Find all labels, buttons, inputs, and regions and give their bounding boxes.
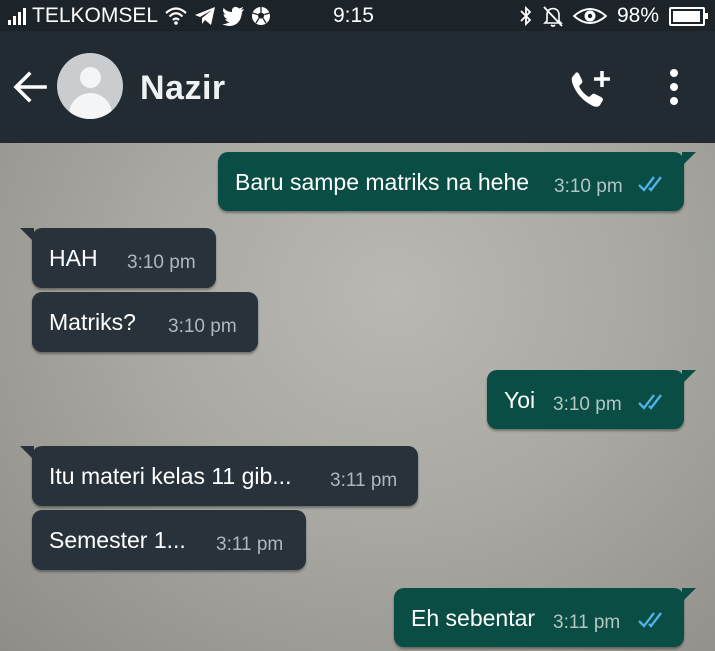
more-vertical-icon[interactable] [666, 69, 682, 105]
message-bubble-outgoing[interactable]: Baru sampe matriks na hehe 3:10 pm [218, 152, 696, 211]
message-time: 3:11 pm [330, 470, 398, 491]
avatar-body [69, 93, 112, 119]
message-time: 3:11 pm [553, 612, 621, 633]
message-text: HAH [49, 245, 98, 271]
bell-muted-icon [543, 6, 563, 27]
message-time: 3:10 pm [553, 394, 622, 415]
message-text: Matriks? [49, 309, 136, 335]
add-call-icon[interactable] [568, 69, 614, 111]
message-time: 3:10 pm [168, 316, 237, 337]
status-bar-time: 9:15 [333, 4, 374, 27]
message-time: 3:10 pm [554, 176, 623, 197]
status-bar-left: TELKOMSEL [8, 4, 271, 28]
wifi-icon [165, 7, 187, 25]
message-text: Yoi [504, 387, 536, 413]
message-bubble-incoming[interactable]: Semester 1... 3:11 pm [32, 510, 306, 570]
avatar-head [80, 67, 101, 88]
soccer-ball-icon [252, 7, 271, 25]
battery-percentage: 98% [616, 4, 659, 27]
chat-header: Nazir [0, 31, 715, 143]
read-receipt-icon [638, 612, 662, 628]
bubble-tail [682, 370, 696, 384]
message-time: 3:10 pm [127, 252, 196, 273]
message-time: 3:11 pm [216, 534, 284, 555]
message-bubble-outgoing[interactable]: Eh sebentar 3:11 pm [394, 588, 696, 647]
message-text: Itu materi kelas 11 gib... [49, 463, 292, 489]
bubble-tail [682, 588, 696, 602]
signal-icon [8, 7, 26, 25]
twitter-icon [222, 6, 245, 26]
bubble-tail [20, 446, 34, 460]
eye-icon [572, 8, 607, 24]
carrier-name: TELKOMSEL [32, 4, 159, 27]
status-bar-right: 98% [519, 4, 708, 28]
read-receipt-icon [638, 394, 662, 410]
bluetooth-icon [520, 5, 532, 27]
battery-icon [669, 6, 708, 26]
back-arrow-icon[interactable] [12, 69, 48, 105]
message-bubble-incoming[interactable]: Matriks? 3:10 pm [32, 292, 258, 352]
contact-name[interactable]: Nazir [140, 69, 226, 108]
avatar-icon[interactable] [57, 53, 123, 119]
message-bubble-incoming[interactable]: HAH 3:10 pm [20, 228, 216, 288]
message-bubble-outgoing[interactable]: Yoi 3:10 pm [487, 370, 696, 429]
bubble-tail [20, 228, 34, 242]
message-bubble-incoming[interactable]: Itu materi kelas 11 gib... 3:11 pm [20, 446, 418, 506]
message-text: Eh sebentar [411, 605, 536, 631]
read-receipt-icon [638, 176, 662, 192]
message-text: Baru sampe matriks na hehe [235, 169, 530, 195]
telegram-icon [195, 7, 216, 25]
status-bar: TELKOMSEL 9:15 98% [0, 0, 715, 31]
bubble-tail [682, 152, 696, 166]
message-text: Semester 1... [49, 527, 186, 553]
